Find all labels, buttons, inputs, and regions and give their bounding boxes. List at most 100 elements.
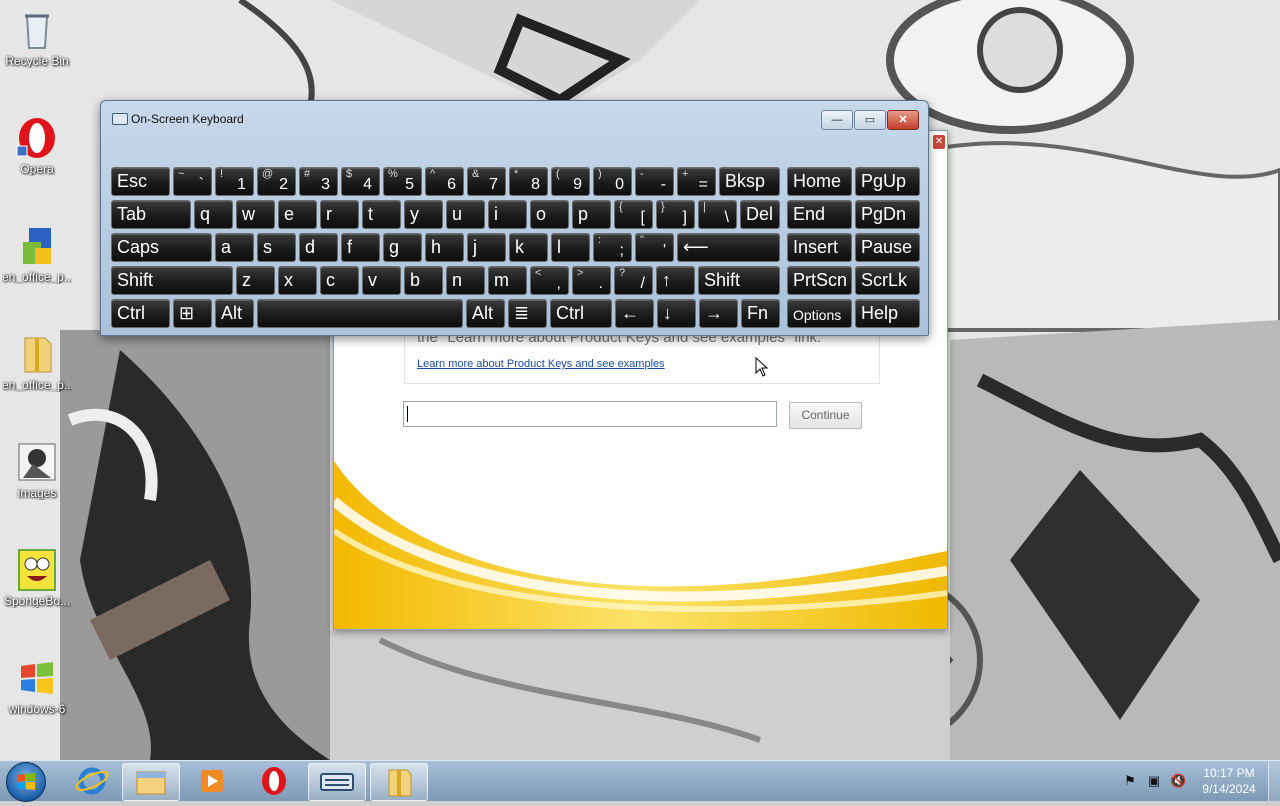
key-home[interactable]: Home [787,167,852,196]
key-prtscn[interactable]: PrtScn [787,266,852,295]
key-l[interactable]: l [551,233,590,262]
taskbar-opera-button[interactable] [246,763,302,799]
key-7[interactable]: & 7 [467,167,506,196]
office-close-button[interactable]: ✕ [933,135,945,149]
key-n[interactable]: n [446,266,485,295]
key-h[interactable]: h [425,233,464,262]
key-c[interactable]: c [320,266,359,295]
key-insert[interactable]: Insert [787,233,852,262]
key-2[interactable]: @2 [257,167,296,196]
key-symbol-4-1[interactable]: ⊞ [173,299,212,328]
minimize-button[interactable]: — [821,110,853,130]
key-6[interactable]: ^ 6 [425,167,464,196]
key-symbol-1-11[interactable]: {[ [614,200,653,229]
continue-button[interactable]: Continue [789,402,862,429]
key-symbol-1-12[interactable]: }] [656,200,695,229]
key-a[interactable]: a [215,233,254,262]
key-q[interactable]: q [194,200,233,229]
action-center-flag-icon[interactable]: ⚑ [1122,773,1138,789]
key-p[interactable]: p [572,200,611,229]
desktop-icon-spongebob[interactable]: SpongeBo... [2,548,72,608]
network-icon[interactable]: ▣ [1146,773,1162,789]
key-ctrl[interactable]: Ctrl [550,299,612,328]
key-9[interactable]: (9 [551,167,590,196]
key-0[interactable]: ) 0 [593,167,632,196]
desktop-icon-windows-6[interactable]: windows-6 [2,656,72,716]
key-symbol-2-11[interactable]: " ' [635,233,674,262]
key-scrlk[interactable]: ScrLk [855,266,920,295]
show-desktop-button[interactable] [1268,761,1280,801]
key-k[interactable]: k [509,233,548,262]
desktop-icon-recycle-bin[interactable]: Recycle Bin [2,8,72,68]
taskbar-internet-explorer-button[interactable] [64,763,120,799]
key-pgup[interactable]: PgUp [855,167,920,196]
taskbar-media-player-button[interactable] [184,763,240,799]
key-symbol-0-12[interactable]: -- [635,167,674,196]
system-clock[interactable]: 10:17 PM 9/14/2024 [1194,765,1264,797]
key-symbol-3-8[interactable]: <, [530,266,569,295]
start-button[interactable] [6,762,46,802]
key-symbol-3-10[interactable]: ? / [614,266,653,295]
osk-title-bar[interactable]: On-Screen Keyboard — ▭ ✕ [101,101,928,135]
product-key-input[interactable] [403,401,777,427]
key-1[interactable]: ! 1 [215,167,254,196]
key-fn[interactable]: Fn [741,299,780,328]
desktop-icon-office-installer[interactable]: en_office_p... [2,224,72,284]
key-space[interactable] [257,299,463,328]
key-tab[interactable]: Tab [111,200,191,229]
key-f[interactable]: f [341,233,380,262]
key-v[interactable]: v [362,266,401,295]
key-i[interactable]: i [488,200,527,229]
volume-muted-icon[interactable]: 🔇 [1170,773,1186,789]
key-symbol-4-9[interactable]: → [699,299,738,328]
key-symbol-2-12[interactable]: ⟵ [677,233,780,262]
key-4[interactable]: $4 [341,167,380,196]
key-r[interactable]: r [320,200,359,229]
key-shift[interactable]: Shift [698,266,780,295]
key-o[interactable]: o [530,200,569,229]
key-g[interactable]: g [383,233,422,262]
key-3[interactable]: #3 [299,167,338,196]
key-pgdn[interactable]: PgDn [855,200,920,229]
key-m[interactable]: m [488,266,527,295]
key-u[interactable]: u [446,200,485,229]
desktop-icon-images[interactable]: images [2,440,72,500]
desktop-icon-opera[interactable]: Opera [2,116,72,176]
key-t[interactable]: t [362,200,401,229]
key-symbol-4-7[interactable]: ← [615,299,654,328]
key-j[interactable]: j [467,233,506,262]
close-button[interactable]: ✕ [887,110,919,130]
key-y[interactable]: y [404,200,443,229]
key-b[interactable]: b [404,266,443,295]
key-pause[interactable]: Pause [855,233,920,262]
learn-more-link[interactable]: Learn more about Product Keys and see ex… [417,358,665,370]
key-symbol-0-13[interactable]: + = [677,167,716,196]
taskbar-on-screen-keyboard-button[interactable] [308,763,366,801]
key-esc[interactable]: Esc [111,167,170,196]
key-shift[interactable]: Shift [111,266,233,295]
key-e[interactable]: e [278,200,317,229]
key-alt[interactable]: Alt [466,299,505,328]
key-8[interactable]: * 8 [509,167,548,196]
desktop-icon-office-folder[interactable]: en_office_p... [2,332,72,392]
key-z[interactable]: z [236,266,275,295]
key-symbol-3-11[interactable]: ↑ [656,266,695,295]
key-end[interactable]: End [787,200,852,229]
key-bksp[interactable]: Bksp [719,167,780,196]
key-options[interactable]: Options [787,299,852,328]
key-symbol-4-5[interactable]: ≣ [508,299,547,328]
key-symbol-3-9[interactable]: >. [572,266,611,295]
key-s[interactable]: s [257,233,296,262]
key-help[interactable]: Help [855,299,920,328]
key-alt[interactable]: Alt [215,299,254,328]
maximize-button[interactable]: ▭ [854,110,886,130]
key-symbol-4-8[interactable]: ↓ [657,299,696,328]
key-x[interactable]: x [278,266,317,295]
key-symbol-0-1[interactable]: ~ ` [173,167,212,196]
key-ctrl[interactable]: Ctrl [111,299,170,328]
taskbar-office-setup-button[interactable] [370,763,428,801]
taskbar-windows-explorer-button[interactable] [122,763,180,801]
key-5[interactable]: % 5 [383,167,422,196]
key-d[interactable]: d [299,233,338,262]
key-w[interactable]: w [236,200,275,229]
